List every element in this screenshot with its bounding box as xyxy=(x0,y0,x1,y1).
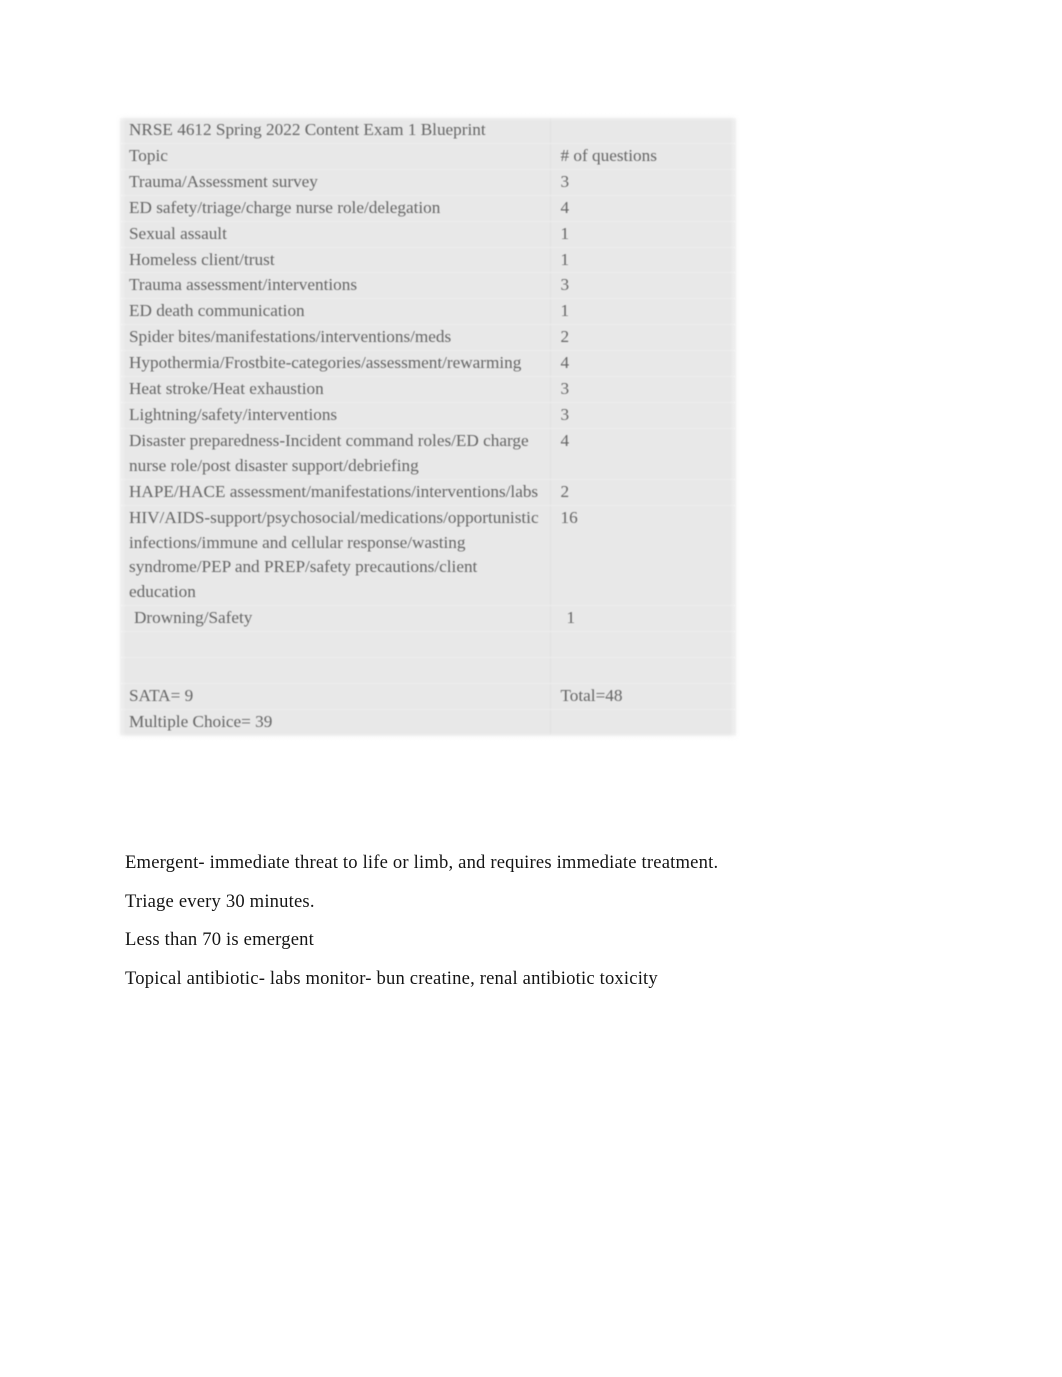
table-summary-row: SATA= 9 Total=48 xyxy=(120,682,736,710)
topic-cell: Lightning/safety/interventions xyxy=(120,401,551,429)
header-topic: Topic xyxy=(120,142,551,170)
topic-cell: ED safety/triage/charge nurse role/deleg… xyxy=(120,194,551,222)
count-cell: 3 xyxy=(550,401,736,429)
note-paragraph: Topical antibiotic- labs monitor- bun cr… xyxy=(125,967,658,989)
table-row: Heat stroke/Heat exhaustion 3 xyxy=(120,376,736,403)
count-cell: 1 xyxy=(550,605,736,633)
count-cell: 3 xyxy=(550,168,736,196)
table-row: Disaster preparedness-Incident command r… xyxy=(120,427,736,480)
count-cell xyxy=(550,631,736,659)
topic-cell: Homeless client/trust xyxy=(120,246,551,274)
note-paragraph: Triage every 30 minutes. xyxy=(125,890,315,912)
table-title-spacer-cell xyxy=(550,118,736,144)
count-cell: 4 xyxy=(550,194,736,222)
table-row: HAPE/HACE assessment/manifestations/inte… xyxy=(120,478,736,506)
topic-cell: HIV/AIDS-support/psychosocial/medication… xyxy=(120,504,551,607)
table-summary-row: Multiple Choice= 39 xyxy=(120,708,736,736)
table-title-cell: NRSE 4612 Spring 2022 Content Exam 1 Blu… xyxy=(120,118,551,144)
table-header-row: Topic # of questions xyxy=(120,142,736,170)
table-row: Hypothermia/Frostbite-categories/assessm… xyxy=(120,350,736,378)
exam-blueprint-table: NRSE 4612 Spring 2022 Content Exam 1 Blu… xyxy=(120,118,736,736)
table-row: HIV/AIDS-support/psychosocial/medication… xyxy=(120,504,736,607)
sata-cell: SATA= 9 xyxy=(120,682,551,710)
table-row: Sexual assault 1 xyxy=(120,220,736,248)
count-cell: 1 xyxy=(550,298,736,326)
table-row-empty xyxy=(120,657,736,684)
blueprint-table-region: NRSE 4612 Spring 2022 Content Exam 1 Blu… xyxy=(112,110,744,744)
topic-cell: Hypothermia/Frostbite-categories/assessm… xyxy=(120,350,551,378)
count-cell: 2 xyxy=(550,478,736,506)
topic-cell: Drowning/Safety xyxy=(120,605,551,633)
table-row: Spider bites/manifestations/intervention… xyxy=(120,324,736,352)
note-paragraph: Less than 70 is emergent xyxy=(125,929,314,950)
table-row: Lightning/safety/interventions 3 xyxy=(120,401,736,429)
topic-cell xyxy=(120,631,551,659)
topic-cell: Heat stroke/Heat exhaustion xyxy=(120,376,551,403)
table-row: Drowning/Safety 1 xyxy=(120,605,736,633)
count-cell xyxy=(550,657,736,684)
count-cell: 1 xyxy=(550,246,736,274)
table-row-empty xyxy=(120,631,736,659)
table-row: Trauma assessment/interventions 3 xyxy=(120,272,736,300)
count-cell: 4 xyxy=(550,350,736,378)
topic-cell: HAPE/HACE assessment/manifestations/inte… xyxy=(120,478,551,506)
count-cell: 16 xyxy=(550,504,736,607)
topic-cell: Spider bites/manifestations/intervention… xyxy=(120,324,551,352)
topic-cell: Disaster preparedness-Incident command r… xyxy=(120,427,551,480)
table-row: Homeless client/trust 1 xyxy=(120,246,736,274)
multiple-choice-cell: Multiple Choice= 39 xyxy=(120,708,551,736)
total-cell: Total=48 xyxy=(550,682,736,710)
topic-cell: Trauma assessment/interventions xyxy=(120,272,551,300)
summary-spacer-cell xyxy=(550,708,736,736)
count-cell: 3 xyxy=(550,376,736,403)
topic-cell xyxy=(120,657,551,684)
topic-cell: Sexual assault xyxy=(120,220,551,248)
count-cell: 4 xyxy=(550,427,736,480)
count-cell: 3 xyxy=(550,272,736,300)
count-cell: 2 xyxy=(550,324,736,352)
note-paragraph: Emergent- immediate threat to life or li… xyxy=(125,852,719,873)
notes-section: Emergent- immediate threat to life or li… xyxy=(125,852,925,1006)
table-row: ED death communication 1 xyxy=(120,298,736,326)
count-cell: 1 xyxy=(550,220,736,248)
topic-cell: Trauma/Assessment survey xyxy=(120,168,551,196)
topic-cell: ED death communication xyxy=(120,298,551,326)
table-row: Trauma/Assessment survey 3 xyxy=(120,168,736,196)
table-row: ED safety/triage/charge nurse role/deleg… xyxy=(120,194,736,222)
header-question-count: # of questions xyxy=(550,142,736,170)
table-title-row: NRSE 4612 Spring 2022 Content Exam 1 Blu… xyxy=(120,118,736,144)
